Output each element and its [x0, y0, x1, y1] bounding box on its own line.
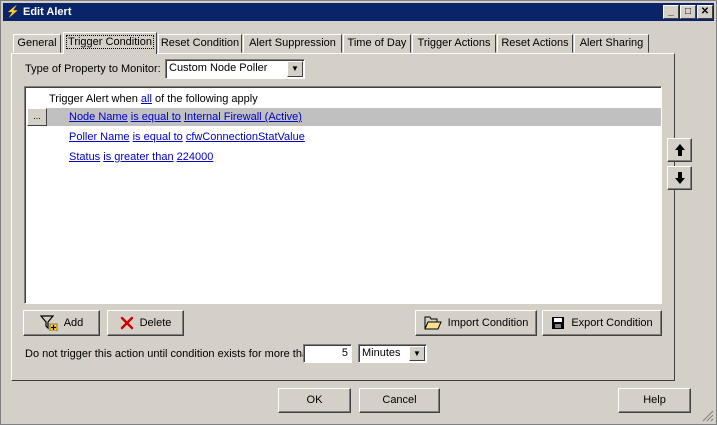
duration-value-input[interactable]: 5 [303, 344, 352, 363]
tab-label: Time of Day [347, 37, 407, 49]
property-type-select[interactable]: Custom Node Poller ▼ [165, 59, 305, 79]
condition-options-button[interactable]: ... [27, 108, 47, 126]
delete-icon [120, 316, 133, 330]
condition-row[interactable]: Poller Name is equal to cfwConnectionSta… [27, 128, 661, 146]
conditions-list[interactable]: Trigger Alert when all of the following … [24, 86, 662, 304]
tab-reset-actions[interactable]: Reset Actions [497, 34, 573, 53]
tab-reset-condition[interactable]: Reset Condition [158, 34, 242, 53]
conditions-header: Trigger Alert when all of the following … [49, 90, 649, 108]
tab-label: General [17, 37, 57, 49]
ok-button[interactable]: OK [278, 388, 351, 413]
tab-label: Reset Condition [160, 37, 240, 49]
add-button[interactable]: Add [23, 310, 100, 336]
condition-field-link[interactable]: Poller Name [69, 131, 130, 143]
tab-alert-sharing[interactable]: Alert Sharing [574, 34, 649, 53]
condition-field-link[interactable]: Node Name [69, 111, 128, 123]
import-condition-button[interactable]: Import Condition [415, 310, 537, 336]
resize-grip-icon[interactable] [702, 410, 714, 422]
import-condition-label: Import Condition [447, 317, 529, 330]
delete-button[interactable]: Delete [107, 310, 184, 336]
tab-trigger-condition[interactable]: Trigger Condition [63, 32, 157, 54]
tab-label: Alert Suppression [249, 37, 336, 49]
tab-time-of-day[interactable]: Time of Day [343, 34, 411, 53]
export-condition-label: Export Condition [571, 317, 653, 330]
move-up-button[interactable] [667, 138, 692, 162]
duration-label: Do not trigger this action until conditi… [25, 348, 315, 360]
condition-field-link[interactable]: Status [69, 151, 100, 163]
export-condition-button[interactable]: Export Condition [542, 310, 662, 336]
edit-alert-dialog: ⚡ Edit Alert _ □ ✕ General Trigger Condi… [0, 0, 717, 425]
duration-unit-select[interactable]: Minutes ▼ [358, 344, 427, 363]
condition-operator-link[interactable]: is equal to [131, 111, 181, 123]
condition-logic-link[interactable]: all [141, 93, 152, 105]
condition-row[interactable]: ... Node Name is equal to Internal Firew… [27, 108, 661, 126]
tab-trigger-actions[interactable]: Trigger Actions [412, 34, 496, 53]
conditions-header-suffix: of the following apply [155, 93, 258, 105]
minimize-button[interactable]: _ [663, 5, 679, 19]
maximize-button[interactable]: □ [680, 5, 696, 19]
tab-general[interactable]: General [13, 34, 61, 53]
property-type-value: Custom Node Poller [169, 62, 268, 74]
title-bar[interactable]: ⚡ Edit Alert _ □ ✕ [3, 3, 714, 21]
move-down-button[interactable] [667, 166, 692, 190]
delete-button-label: Delete [139, 317, 172, 330]
condition-operator-link[interactable]: is greater than [103, 151, 173, 163]
arrow-down-icon [674, 172, 685, 184]
chevron-down-icon[interactable]: ▼ [287, 61, 303, 77]
save-disk-icon [552, 317, 565, 330]
condition-operator-link[interactable]: is equal to [133, 131, 183, 143]
tab-label: Trigger Condition [66, 35, 154, 49]
condition-value-link[interactable]: 224000 [177, 151, 214, 163]
conditions-header-prefix: Trigger Alert when [49, 93, 138, 105]
tab-label: Reset Actions [501, 37, 569, 49]
close-button[interactable]: ✕ [697, 5, 713, 19]
add-filter-icon [39, 315, 58, 332]
cancel-button[interactable]: Cancel [359, 388, 440, 413]
property-type-label: Type of Property to Monitor: [25, 63, 161, 75]
tab-label: Trigger Actions [417, 37, 491, 49]
tab-label: Alert Sharing [579, 37, 644, 49]
window-title: Edit Alert [23, 6, 72, 18]
app-icon: ⚡ [6, 6, 20, 18]
arrow-up-icon [674, 144, 685, 156]
add-button-label: Add [63, 317, 84, 330]
condition-row[interactable]: Status is greater than 224000 [27, 148, 661, 166]
chevron-down-icon[interactable]: ▼ [409, 346, 425, 361]
condition-value-link[interactable]: Internal Firewall (Active) [184, 111, 302, 123]
tab-alert-suppression[interactable]: Alert Suppression [243, 34, 342, 53]
open-folder-icon [424, 316, 442, 330]
duration-unit-value: Minutes [362, 347, 401, 359]
condition-value-link[interactable]: cfwConnectionStatValue [186, 131, 305, 143]
help-button[interactable]: Help [618, 388, 691, 413]
